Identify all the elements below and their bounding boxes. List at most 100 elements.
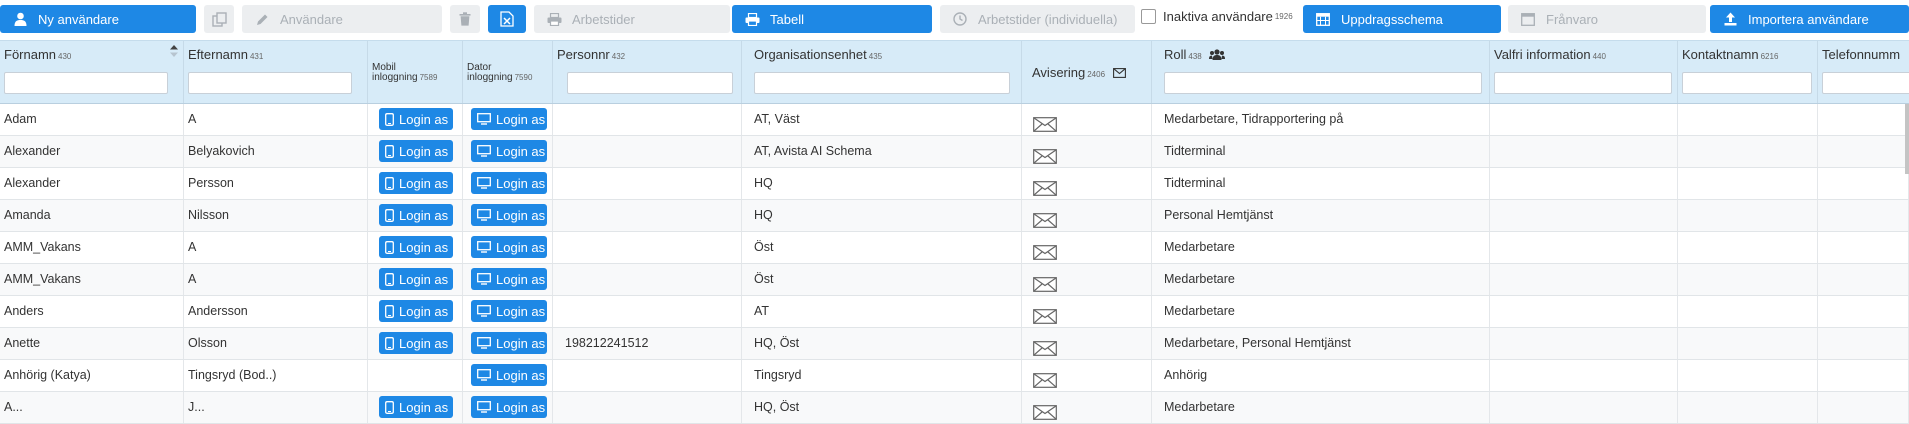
envelope-icon[interactable] — [1033, 273, 1057, 295]
print-table-button[interactable]: Tabell — [732, 5, 932, 33]
mobile-login-button[interactable]: Login as — [379, 172, 453, 194]
column-optional[interactable]: Valfri information 440 — [1490, 41, 1678, 103]
desktop-login-button[interactable]: Login as — [471, 172, 547, 194]
envelope-icon[interactable] — [1033, 369, 1057, 391]
org-cell: AT — [742, 296, 1022, 327]
mobile-login-button[interactable]: Login as — [379, 204, 453, 226]
filter-role-input[interactable] — [1164, 72, 1482, 94]
firstname-cell: Alexander — [0, 168, 184, 199]
desktop-login-button[interactable]: Login as — [471, 268, 547, 290]
column-mobile-login[interactable]: Mobil inloggning 7589 — [368, 41, 463, 103]
filter-org-input[interactable] — [754, 72, 1010, 94]
table-row[interactable]: Alexander Persson Login as Login as HQ Tidter… — [0, 168, 1909, 200]
table-row[interactable]: A... J... Login as Login as HQ, Öst Medarbeta… — [0, 392, 1909, 424]
optional-cell — [1490, 328, 1678, 359]
desktop-login-button[interactable]: Login as — [471, 140, 547, 162]
envelope-icon[interactable] — [1033, 145, 1057, 167]
envelope-icon[interactable] — [1033, 305, 1057, 327]
table-row[interactable]: Anhörig (Katya) Tingsryd (Bod..) Login as T… — [0, 360, 1909, 392]
inactive-users-toggle[interactable]: Inaktiva användare 1926 — [1141, 9, 1293, 24]
mobile-login-button[interactable]: Login as — [379, 140, 453, 162]
desktop-login-button[interactable]: Login as — [471, 396, 547, 418]
new-user-button[interactable]: Ny användare — [0, 5, 196, 33]
envelope-icon[interactable] — [1033, 337, 1057, 359]
edit-user-button[interactable]: Användare — [242, 5, 442, 33]
lastname-cell: A — [184, 104, 368, 135]
notify-cell — [1022, 360, 1152, 391]
column-personnr[interactable]: Personnr 432 — [553, 41, 742, 103]
column-phone[interactable]: Telefonnumm — [1818, 41, 1909, 103]
column-org[interactable]: Organisationsenhet 435 — [742, 41, 1022, 103]
mobile-login-cell: Login as — [368, 296, 463, 327]
filter-personnr-input[interactable] — [567, 72, 733, 94]
table-row[interactable]: Adam A Login as Login as AT, Väst Medarbetare… — [0, 104, 1909, 136]
copy-button[interactable] — [204, 5, 234, 33]
desktop-login-button[interactable]: Login as — [471, 300, 547, 322]
filter-phone-input[interactable] — [1822, 72, 1909, 94]
column-role[interactable]: Roll 438 — [1152, 41, 1490, 103]
mobile-login-button[interactable]: Login as — [379, 332, 453, 354]
table-row[interactable]: Anders Andersson Login as Login as AT Medarbe… — [0, 296, 1909, 328]
envelope-icon[interactable] — [1033, 113, 1057, 135]
mobile-login-button[interactable]: Login as — [379, 268, 453, 290]
toolbar: Ny användare Användare Arbetstider Tabel… — [0, 0, 1909, 40]
assignment-schedule-button[interactable]: Uppdragsschema — [1303, 5, 1501, 33]
personnr-cell — [553, 264, 742, 295]
table-row[interactable]: AMM_Vakans A Login as Login as Öst Medarbetar… — [0, 232, 1909, 264]
login-as-label: Login as — [399, 175, 449, 191]
desktop-login-button[interactable]: Login as — [471, 236, 547, 258]
column-role-num: 438 — [1188, 52, 1202, 61]
desktop-login-button[interactable]: Login as — [471, 204, 547, 226]
column-contact[interactable]: Kontaktnamn 6216 — [1678, 41, 1818, 103]
inactive-users-checkbox[interactable] — [1141, 9, 1156, 24]
table-row[interactable]: Alexander Belyakovich Login as Login as AT, … — [0, 136, 1909, 168]
import-users-button[interactable]: Importera användare — [1710, 5, 1909, 33]
envelope-icon[interactable] — [1033, 401, 1057, 423]
mobile-login-button[interactable]: Login as — [379, 108, 453, 130]
column-firstname[interactable]: Förnamn 430 — [0, 41, 184, 103]
column-lastname[interactable]: Efternamn 431 — [184, 41, 368, 103]
column-notify[interactable]: Avisering 2406 — [1022, 41, 1152, 103]
mobile-login-button[interactable]: Login as — [379, 300, 453, 322]
column-desktop-label: Dator inloggning — [467, 62, 513, 83]
sort-icon[interactable] — [170, 45, 178, 60]
envelope-icon[interactable] — [1033, 241, 1057, 263]
login-as-label: Login as — [399, 271, 449, 287]
delete-button[interactable] — [450, 5, 480, 33]
mobile-login-button[interactable]: Login as — [379, 236, 453, 258]
phone-cell — [1818, 200, 1909, 231]
desktop-login-button[interactable]: Login as — [471, 332, 547, 354]
vertical-scrollbar[interactable] — [1905, 104, 1909, 174]
envelope-icon[interactable] — [1033, 209, 1057, 231]
role-cell: Anhörig — [1152, 360, 1490, 391]
filter-firstname-input[interactable] — [4, 72, 168, 94]
table-row[interactable]: Amanda Nilsson Login as Login as HQ Personal … — [0, 200, 1909, 232]
filter-lastname-input[interactable] — [188, 72, 352, 94]
excel-export-button[interactable] — [488, 5, 526, 33]
column-firstname-label: Förnamn — [4, 47, 57, 62]
envelope-icon[interactable] — [1033, 177, 1057, 199]
table-row[interactable]: Anette Olsson Login as Login as 198212241512… — [0, 328, 1909, 360]
mobile-login-cell: Login as — [368, 200, 463, 231]
desktop-login-button[interactable]: Login as — [471, 108, 547, 130]
desktop-icon — [477, 273, 491, 285]
absence-button[interactable]: Frånvaro — [1508, 5, 1706, 33]
login-as-label: Login as — [496, 111, 546, 127]
mobile-login-cell: Login as — [368, 328, 463, 359]
column-phone-label: Telefonnumm — [1822, 47, 1901, 62]
filter-contact-input[interactable] — [1682, 72, 1812, 94]
desktop-login-button[interactable]: Login as — [471, 364, 547, 386]
column-firstname-num: 430 — [58, 52, 72, 61]
contact-cell — [1678, 360, 1818, 391]
column-desktop-login[interactable]: Dator inloggning 7590 — [463, 41, 553, 103]
org-cell: HQ, Öst — [742, 392, 1022, 423]
print-worktimes-button[interactable]: Arbetstider — [534, 5, 730, 33]
mobile-login-button[interactable]: Login as — [379, 396, 453, 418]
table-row[interactable]: AMM_Vakans A Login as Login as Öst Medarbetar… — [0, 264, 1909, 296]
envelope-icon — [1112, 66, 1126, 81]
worktimes-individual-button[interactable]: Arbetstider (individuella) — [940, 5, 1135, 33]
mobile-phone-icon — [385, 112, 394, 126]
filter-optional-input[interactable] — [1494, 72, 1672, 94]
optional-cell — [1490, 168, 1678, 199]
role-cell: Medarbetare — [1152, 264, 1490, 295]
